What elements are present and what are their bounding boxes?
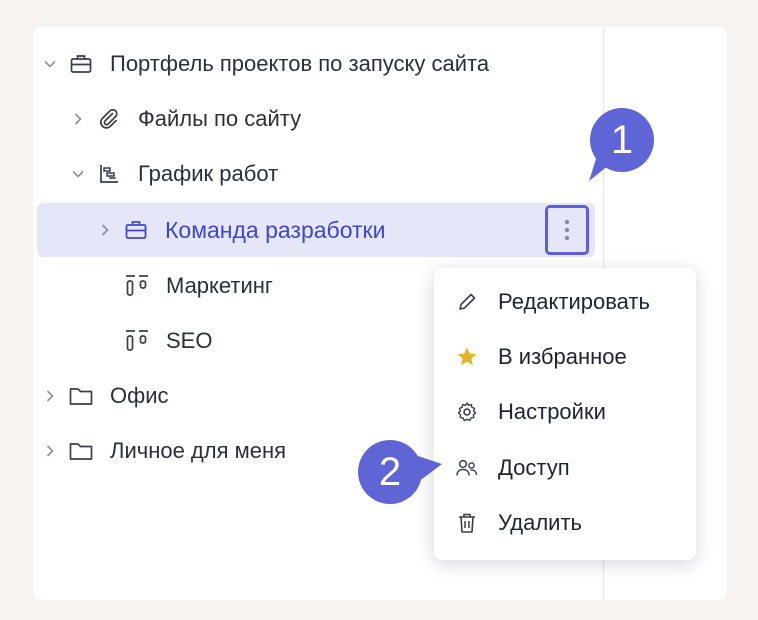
- more-options-button[interactable]: [545, 205, 589, 255]
- callout-number: 1: [610, 117, 634, 162]
- callout-badge-2: 2: [358, 440, 422, 504]
- callout-number: 2: [378, 449, 402, 494]
- chevron-right-icon[interactable]: [68, 109, 88, 129]
- tree-item-seo[interactable]: SEO: [96, 314, 212, 368]
- tree-item-label: Портфель проектов по запуску сайта: [110, 51, 490, 76]
- menu-item-access[interactable]: Доступ: [434, 441, 696, 495]
- menu-item-label: Удалить: [498, 510, 582, 535]
- trash-icon: [454, 510, 480, 536]
- menu-item-label: Настройки: [498, 399, 606, 424]
- tree-item-portfolio[interactable]: Портфель проектов по запуску сайта: [40, 37, 489, 91]
- tree-item-label: Маркетинг: [166, 273, 273, 298]
- menu-item-label: Доступ: [498, 455, 570, 480]
- tree-item-marketing[interactable]: Маркетинг: [96, 259, 273, 313]
- briefcase-icon: [68, 51, 94, 77]
- chevron-down-icon[interactable]: [40, 54, 60, 74]
- folder-icon: [68, 383, 94, 409]
- tree-item-office[interactable]: Офис: [40, 369, 169, 423]
- tree-item-label: Команда разработки: [165, 216, 386, 243]
- briefcase-icon: [123, 217, 149, 243]
- tree-item-label: SEO: [166, 328, 213, 353]
- tree-item-schedule[interactable]: График работ: [68, 147, 278, 201]
- tree-item-label: График работ: [138, 161, 279, 186]
- tree-item-dev-team[interactable]: Команда разработки: [37, 203, 595, 257]
- pencil-icon: [454, 289, 480, 315]
- paperclip-icon: [96, 106, 122, 132]
- star-icon: [454, 344, 480, 370]
- board-icon: [124, 328, 150, 354]
- gantt-icon: [96, 161, 122, 187]
- menu-item-label: В избранное: [498, 344, 627, 369]
- chevron-right-icon[interactable]: [40, 441, 60, 461]
- menu-item-delete[interactable]: Удалить: [434, 496, 696, 550]
- chevron-down-icon[interactable]: [68, 164, 88, 184]
- gear-icon: [454, 399, 480, 425]
- kebab-icon: [564, 219, 570, 241]
- chevron-right-icon[interactable]: [40, 386, 60, 406]
- folder-icon: [68, 438, 94, 464]
- board-icon: [124, 273, 150, 299]
- menu-item-favorite[interactable]: В избранное: [434, 330, 696, 384]
- menu-item-settings[interactable]: Настройки: [434, 385, 696, 439]
- callout-badge-1: 1: [590, 108, 654, 172]
- tree-item-files[interactable]: Файлы по сайту: [68, 92, 301, 146]
- chevron-right-icon[interactable]: [95, 220, 115, 240]
- tree-item-label: Личное для меня: [110, 438, 287, 463]
- context-menu: Редактировать В избранное Настройки Дост…: [434, 268, 696, 560]
- menu-item-label: Редактировать: [498, 289, 650, 314]
- tree-item-label: Файлы по сайту: [138, 106, 302, 131]
- tree-item-label: Офис: [110, 383, 169, 408]
- tree-item-personal[interactable]: Личное для меня: [40, 424, 286, 478]
- menu-item-edit[interactable]: Редактировать: [434, 275, 696, 329]
